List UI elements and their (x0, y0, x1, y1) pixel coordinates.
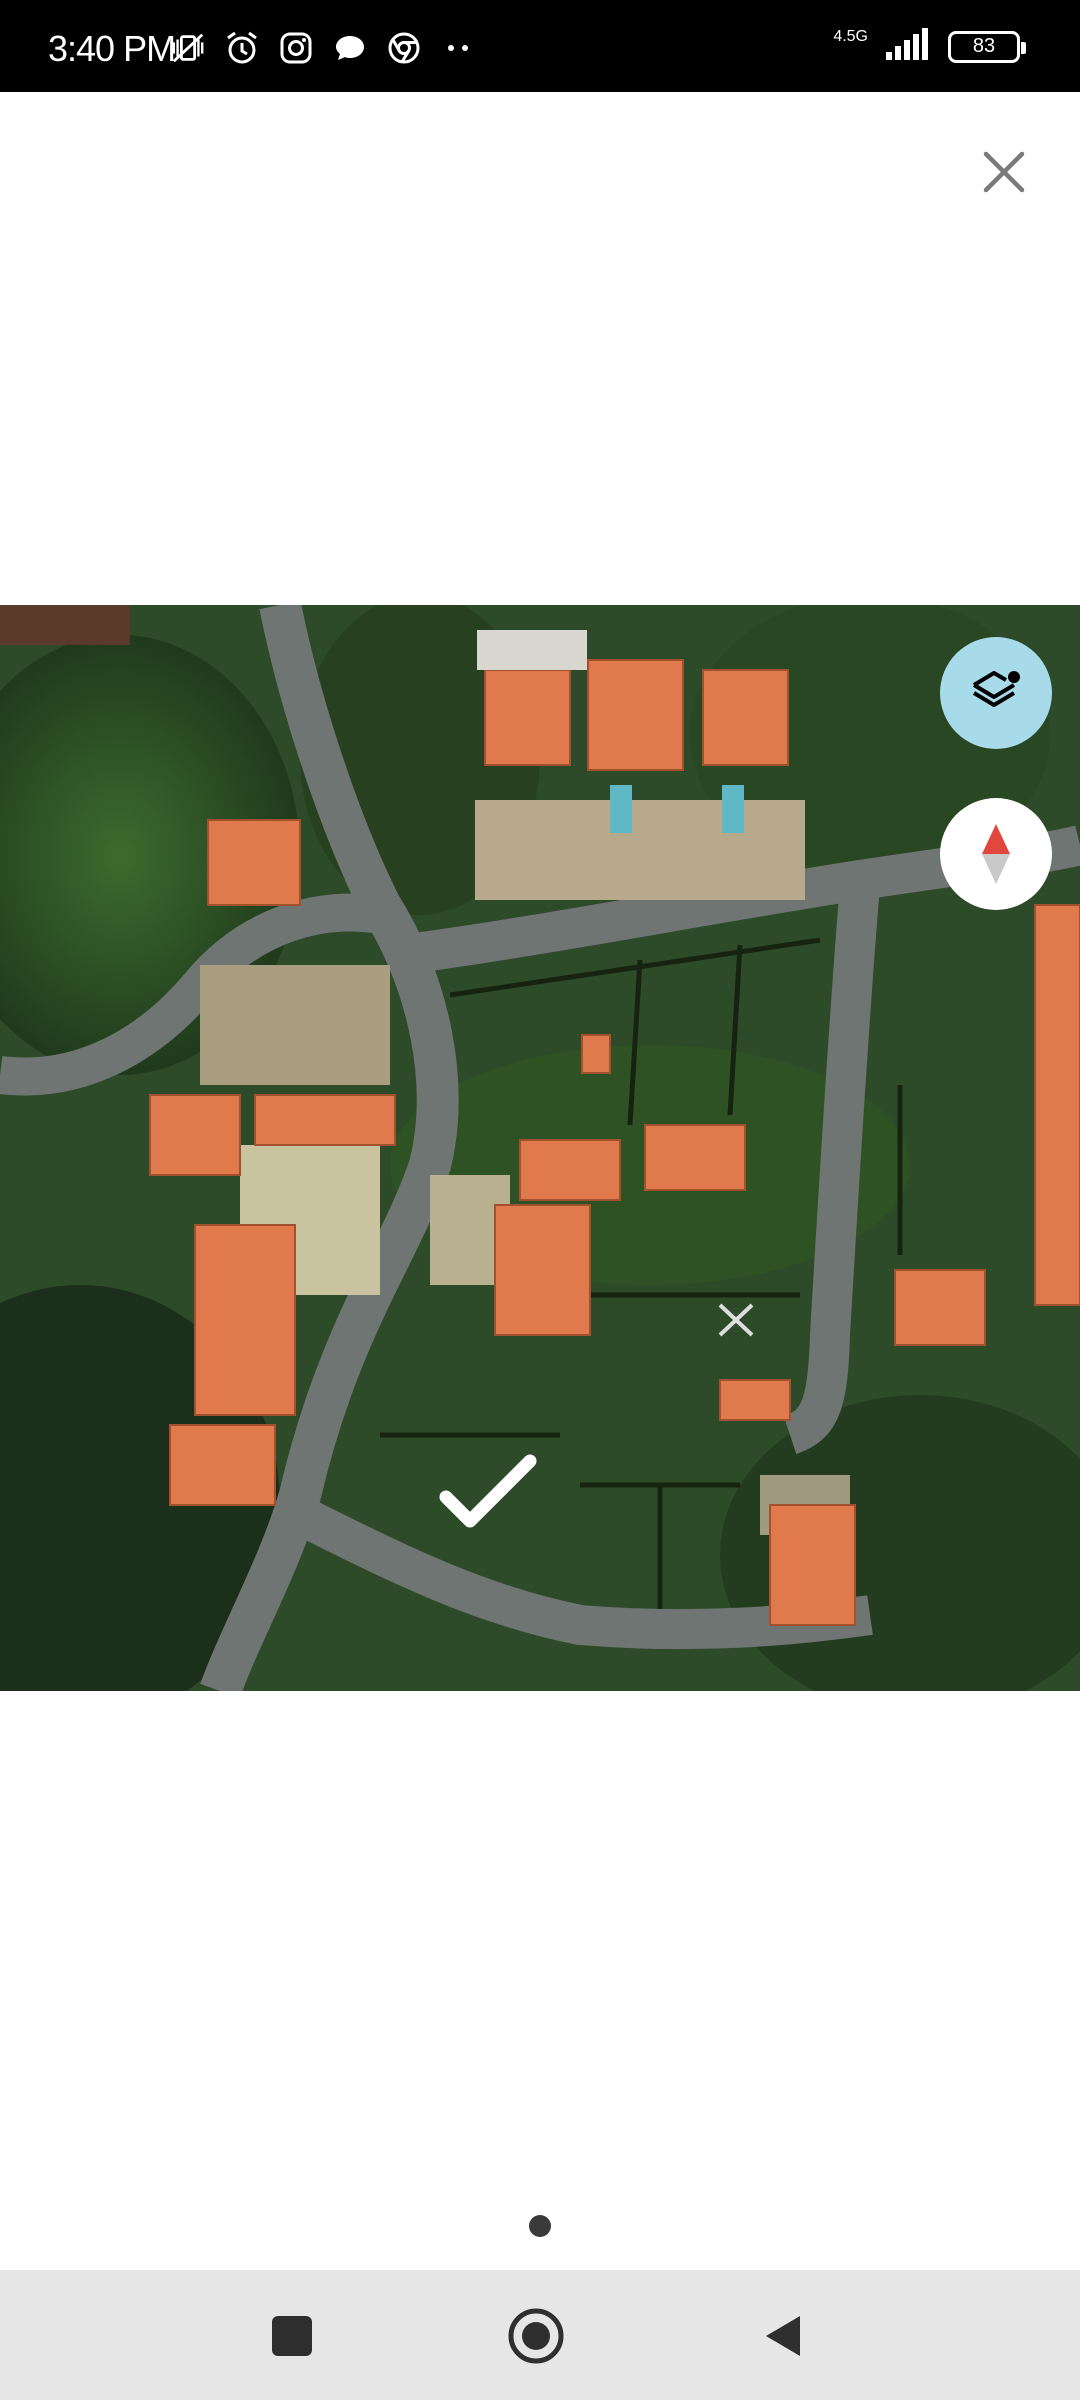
checkmark-icon (439, 1454, 537, 1528)
home-button[interactable] (498, 2298, 574, 2374)
layers-icon (972, 671, 1020, 707)
more-dots-icon (440, 30, 476, 66)
recents-button[interactable] (254, 2298, 330, 2374)
instagram-icon (278, 30, 314, 66)
system-status: 4.5G 83 (833, 26, 1026, 67)
recents-square-icon (272, 2316, 312, 2356)
status-bar: 3:40 PM 4.5G 83 (0, 0, 1080, 92)
close-button[interactable] (976, 144, 1032, 200)
navigation-bar (0, 2270, 1080, 2400)
page-indicator (529, 2215, 551, 2237)
signal-icon (884, 26, 932, 67)
chrome-icon (386, 30, 422, 66)
compass-icon (982, 824, 1010, 884)
layers-button[interactable] (940, 637, 1052, 749)
back-button[interactable] (744, 2298, 820, 2374)
back-triangle-icon (766, 2316, 800, 2356)
satellite-imagery (0, 605, 1080, 1691)
battery-level: 83 (972, 35, 996, 57)
alarm-icon (224, 30, 260, 66)
status-time: 3:40 PM (48, 28, 176, 69)
satellite-map[interactable] (0, 605, 1080, 1691)
close-icon (983, 151, 1025, 193)
message-icon (332, 30, 368, 66)
compass-button[interactable] (940, 798, 1052, 910)
battery-icon: 83 (948, 30, 1026, 63)
notification-icons (170, 30, 476, 66)
home-circle-icon (508, 2308, 564, 2364)
vibrate-off-icon (170, 30, 206, 66)
network-label: 4.5G (833, 27, 868, 45)
